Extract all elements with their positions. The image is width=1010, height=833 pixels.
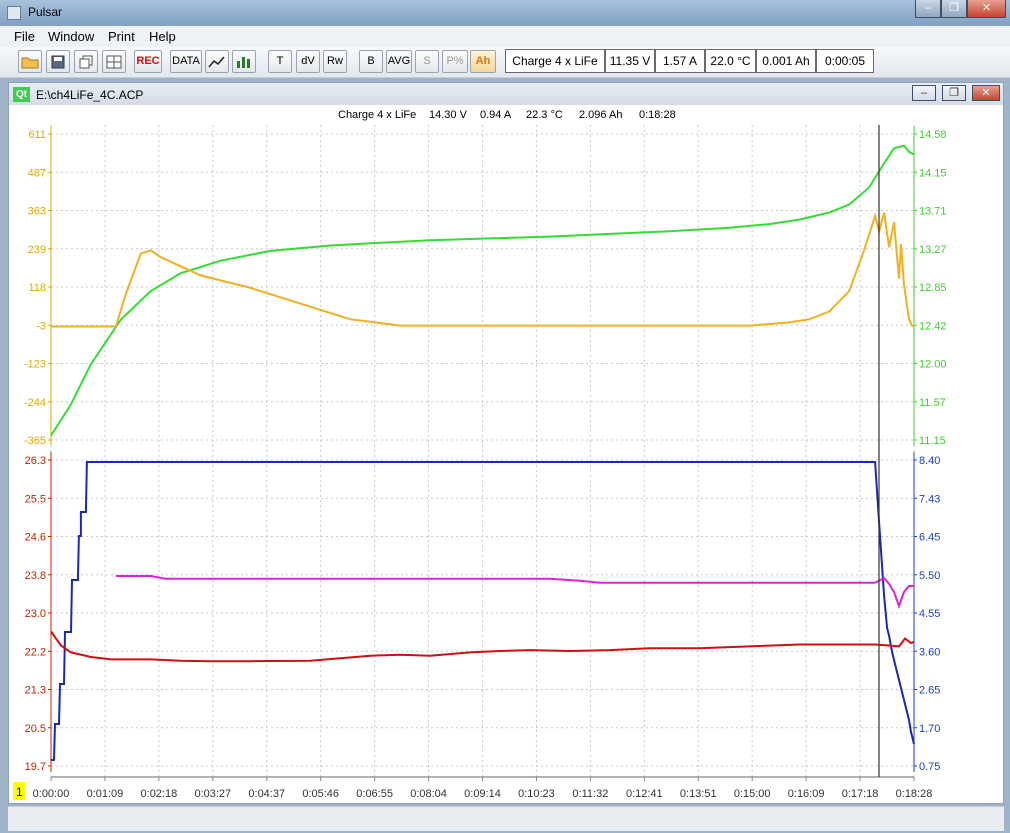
right-tick-label: 5.50 (919, 570, 940, 582)
right-tick-label: 14.15 (919, 167, 947, 179)
right-tick-label: 6.45 (919, 532, 940, 544)
right-tick-label: 8.40 (919, 455, 940, 467)
cursor-capacity: 2.096 Ah (579, 109, 622, 121)
status-bar (8, 806, 1004, 831)
left-tick-label: 21.3 (25, 685, 46, 697)
left-tick-label: 19.7 (25, 761, 46, 773)
left-tick-label: 20.5 (25, 723, 46, 735)
right-tick-label: 11.15 (919, 435, 946, 447)
left-tick-label: -244 (24, 397, 46, 409)
left-tick-label: 25.5 (25, 493, 46, 505)
x-tick-label: 0:05:46 (302, 788, 339, 800)
left-tick-label: 239 (28, 244, 46, 256)
x-tick-label: 0:12:41 (626, 788, 663, 800)
series-line (51, 212, 915, 328)
x-tick-label: 0:01:09 (87, 788, 124, 800)
left-tick-label: 611 (28, 129, 46, 141)
cursor-time: 0:18:28 (639, 109, 676, 121)
cursor-temperature: 22.3 °C (526, 109, 563, 121)
cursor-current: 0.94 A (480, 109, 512, 121)
chart-ticks: 0:00:00 0:01:09 0:02:18 0:03:27 0:04:37 0:05:… (24, 129, 947, 800)
x-tick-label: 0:10:23 (518, 788, 555, 800)
x-tick-label: 0:06:55 (356, 788, 393, 800)
cursor-program: Charge 4 x LiFe (338, 109, 416, 121)
x-tick-label: 0:16:09 (788, 788, 825, 800)
x-tick-label: 0:03:27 (194, 788, 231, 800)
x-tick-label: 0:13:51 (680, 788, 717, 800)
left-tick-label: 118 (28, 282, 46, 294)
x-tick-label: 0:15:00 (734, 788, 771, 800)
left-tick-label: 22.2 (25, 646, 46, 658)
x-tick-label: 0:11:32 (572, 788, 608, 800)
x-tick-label: 0:00:00 (33, 788, 70, 800)
right-tick-label: 12.85 (919, 282, 947, 294)
x-tick-label: 0:09:14 (464, 788, 501, 800)
left-tick-label: -365 (24, 435, 46, 447)
x-tick-label: 0:02:18 (141, 788, 178, 800)
left-tick-label: 26.3 (25, 455, 46, 467)
right-tick-label: 13.71 (919, 206, 947, 218)
right-tick-label: 11.57 (919, 397, 946, 409)
right-tick-label: 14.58 (919, 129, 947, 141)
left-tick-label: -3 (36, 320, 46, 332)
right-tick-label: 7.43 (919, 493, 940, 505)
right-tick-label: 4.55 (919, 608, 940, 620)
series-line (115, 575, 914, 609)
right-tick-label: 13.27 (919, 244, 947, 256)
chart-area[interactable]: Charge 4 x LiFe 14.30 V 0.94 A 22.3 °C 2… (0, 0, 1010, 833)
left-tick-label: 23.8 (25, 570, 46, 582)
right-tick-label: 2.65 (919, 685, 940, 697)
left-tick-label: 23.0 (25, 608, 46, 620)
left-tick-label: 487 (28, 167, 46, 179)
left-tick-label: -123 (24, 359, 46, 371)
x-tick-label: 0:04:37 (248, 788, 285, 800)
x-tick-label: 0:08:04 (410, 788, 447, 800)
right-tick-label: 12.42 (919, 320, 947, 332)
chart-series (50, 144, 915, 761)
x-tick-label: 0:18:28 (896, 788, 933, 800)
cursor-voltage: 14.30 V (429, 109, 468, 121)
right-tick-label: 0.75 (919, 761, 940, 773)
page-marker: 1 (16, 785, 23, 799)
x-tick-label: 0:17:18 (842, 788, 879, 800)
right-tick-label: 12.00 (919, 359, 947, 371)
left-tick-label: 363 (28, 206, 46, 218)
right-tick-label: 1.70 (919, 723, 940, 735)
cursor-info: Charge 4 x LiFe 14.30 V 0.94 A 22.3 °C 2… (338, 109, 676, 121)
right-tick-label: 3.60 (919, 646, 940, 658)
left-tick-label: 24.6 (25, 532, 46, 544)
